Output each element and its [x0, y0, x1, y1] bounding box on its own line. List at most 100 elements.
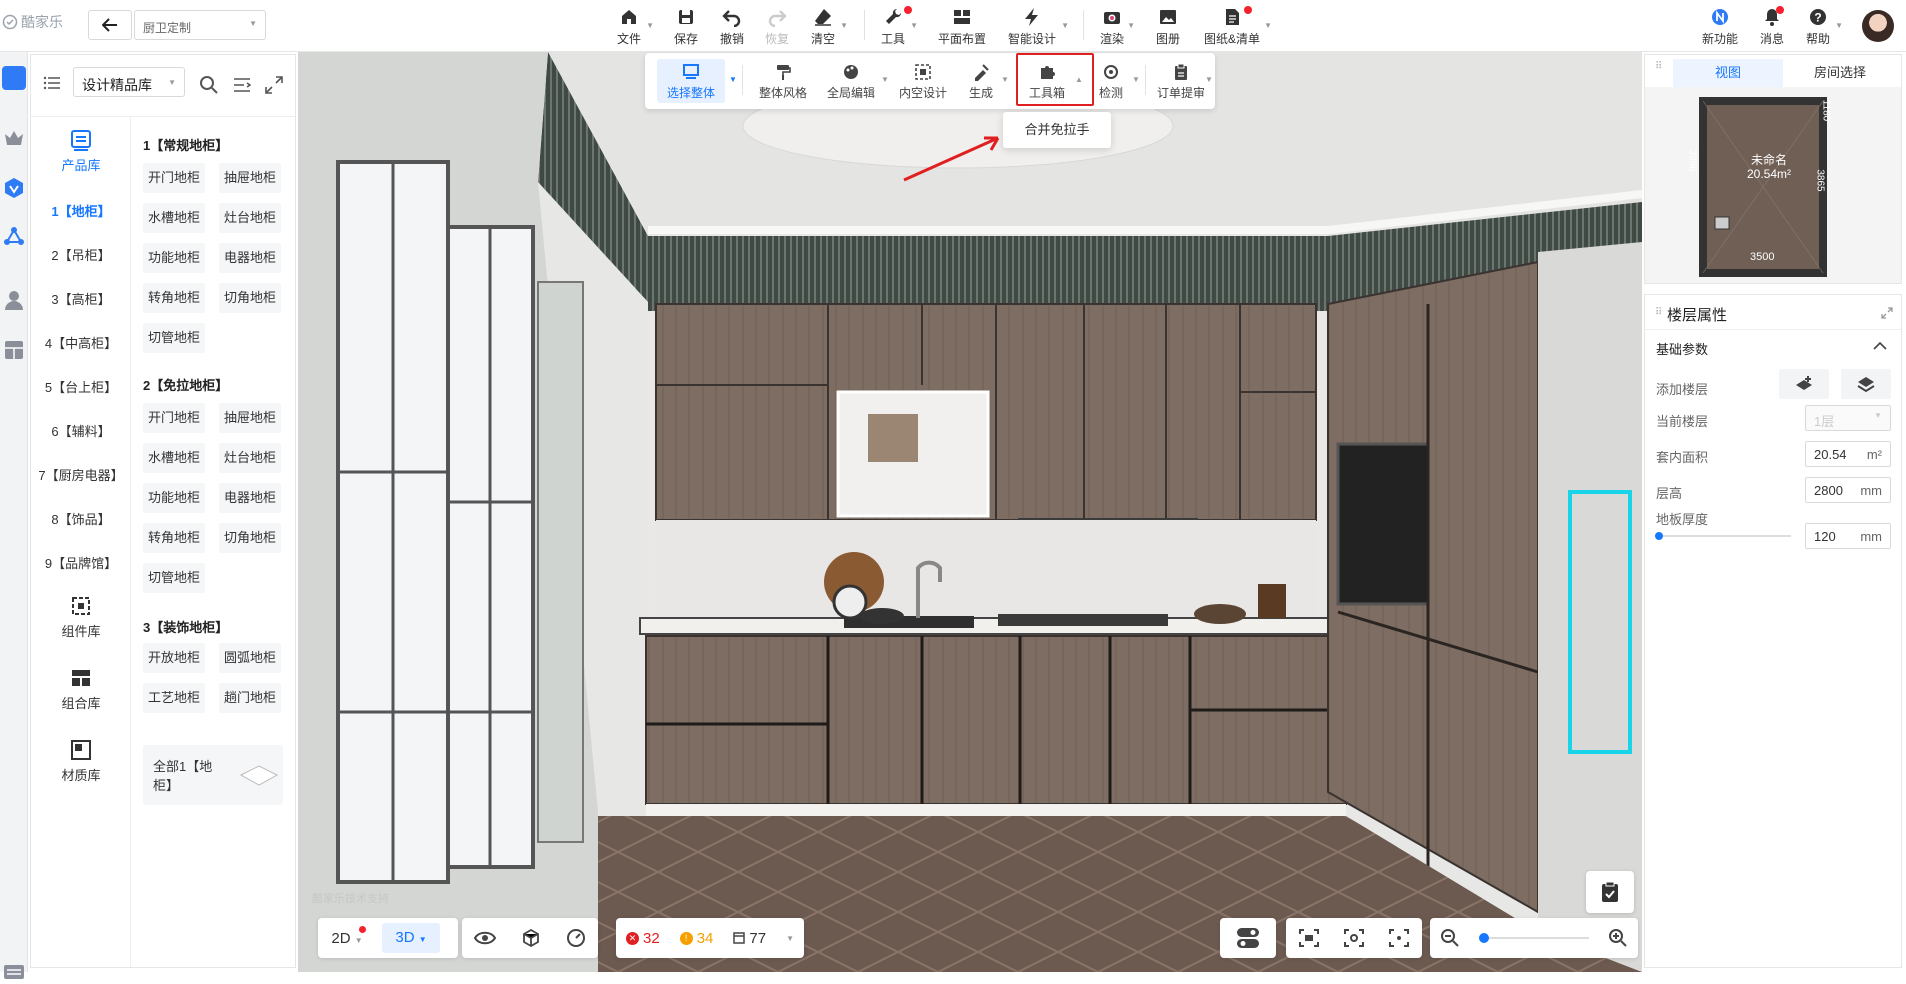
tab-component-library[interactable]: 组件库 — [31, 595, 131, 640]
expand-icon[interactable] — [1881, 307, 1893, 319]
select-whole-button[interactable]: 选择整体 — [657, 59, 725, 103]
toggle-icon[interactable] — [1236, 927, 1260, 949]
generate-button[interactable]: 生成 — [961, 59, 1001, 103]
tab-combo-library[interactable]: 组合库 — [31, 667, 131, 712]
chevron-down-icon[interactable]: ▼ — [1132, 75, 1140, 84]
product-chip[interactable]: 灶台地柜 — [219, 203, 281, 233]
current-floor-select[interactable]: 1层 ▼ — [1805, 405, 1891, 431]
album-button[interactable]: 图册 — [1155, 4, 1181, 48]
drawings-button[interactable]: 图纸&清单 ▼ — [1202, 4, 1272, 48]
file-button[interactable]: 文件 ▼ — [614, 4, 654, 48]
product-chip[interactable]: 转角地柜 — [143, 523, 205, 553]
chevron-down-icon[interactable]: ▼ — [729, 75, 737, 84]
clear-button[interactable]: 清空 ▼ — [808, 4, 848, 48]
floor-thickness-slider[interactable] — [1655, 532, 1791, 540]
product-chip[interactable]: 功能地柜 — [143, 483, 205, 513]
category-item[interactable]: 6【辅料】 — [31, 421, 131, 440]
category-item[interactable]: 2【吊柜】 — [31, 245, 131, 264]
category-item[interactable]: 4【中高柜】 — [31, 333, 131, 352]
all-products-card[interactable]: 全部1【地柜】 — [143, 745, 283, 805]
mode-2d-button[interactable]: 2D ▼ — [318, 925, 376, 947]
save-button[interactable]: 保存 — [671, 4, 701, 48]
product-chip[interactable]: 水槽地柜 — [143, 203, 205, 233]
library-selector[interactable]: 设计精品库 ▼ — [73, 67, 185, 97]
messages-button[interactable]: 消息 — [1757, 4, 1787, 48]
frame-select-icon[interactable] — [1298, 928, 1320, 948]
user-icon[interactable] — [2, 288, 26, 312]
tab-product-library[interactable]: 产品库 — [31, 129, 131, 174]
product-chip[interactable]: 开门地柜 — [143, 163, 205, 193]
product-chip[interactable]: 切角地柜 — [219, 283, 281, 313]
category-item[interactable]: 7【厨房电器】 — [31, 465, 131, 484]
fit-view-icon[interactable] — [1388, 928, 1410, 948]
product-chip[interactable]: 工艺地柜 — [143, 683, 205, 713]
category-item[interactable]: 9【品牌馆】 — [31, 553, 131, 572]
layout-button[interactable]: 平面布置 — [936, 4, 988, 48]
floor-thickness-input[interactable]: 120 mm — [1805, 523, 1891, 549]
3d-viewport[interactable]: 酷家乐技术支持 — [298, 52, 1642, 972]
interior-design-button[interactable]: 内空设计 — [893, 59, 953, 103]
category-item[interactable]: 8【饰品】 — [31, 509, 131, 528]
product-chip[interactable]: 功能地柜 — [143, 243, 205, 273]
product-chip[interactable]: 圆弧地柜 — [219, 643, 281, 673]
eye-icon[interactable] — [474, 930, 497, 946]
smart-design-button[interactable]: 智能设计 ▼ — [1005, 4, 1069, 48]
issues-group[interactable]: ✕ 32 ! 34 77 ▼ — [616, 918, 804, 958]
category-item[interactable]: 1【地柜】 — [31, 201, 131, 220]
product-rail-icon[interactable] — [2, 66, 26, 90]
overall-style-button[interactable]: 整体风格 — [753, 59, 813, 103]
product-chip[interactable]: 电器地柜 — [219, 483, 281, 513]
render-button[interactable]: 渲染 ▼ — [1099, 4, 1135, 48]
mode-3d-button[interactable]: 3D ▼ — [382, 923, 440, 953]
help-button[interactable]: ? 帮助 ▼ — [1803, 4, 1843, 48]
chevron-down-icon[interactable]: ▼ — [1205, 75, 1213, 84]
tab-room-select[interactable]: 房间选择 — [1785, 59, 1895, 87]
add-floor-below-button[interactable] — [1841, 369, 1891, 399]
product-chip[interactable]: 趟门地柜 — [219, 683, 281, 713]
product-chip[interactable]: 电器地柜 — [219, 243, 281, 273]
zoom-slider-handle[interactable] — [1478, 933, 1489, 943]
add-floor-above-button[interactable] — [1779, 369, 1829, 399]
back-button[interactable] — [88, 10, 132, 40]
user-avatar[interactable] — [1862, 10, 1894, 42]
product-chip[interactable]: 开门地柜 — [143, 403, 205, 433]
tab-view[interactable]: 视图 — [1673, 59, 1783, 87]
product-chip[interactable]: 开放地柜 — [143, 643, 205, 673]
expand-icon[interactable] — [265, 76, 283, 94]
category-item[interactable]: 5【台上柜】 — [31, 377, 131, 396]
network-icon[interactable] — [2, 224, 26, 248]
global-edit-button[interactable]: 全局编辑 — [821, 59, 881, 103]
cabinet-icon[interactable] — [2, 338, 26, 362]
project-select[interactable]: 厨卫定制 ▼ — [134, 10, 266, 40]
category-item[interactable]: 3【高柜】 — [31, 289, 131, 308]
sort-icon[interactable] — [233, 76, 251, 94]
search-icon[interactable] — [199, 75, 219, 95]
check-button[interactable]: 检测 — [1091, 59, 1131, 103]
order-review-button[interactable]: 订单提审 — [1153, 59, 1209, 103]
tab-material-library[interactable]: 材质库 — [31, 739, 131, 784]
product-chip[interactable]: 切角地柜 — [219, 523, 281, 553]
product-chip[interactable]: 切管地柜 — [143, 323, 205, 353]
slider-handle[interactable] — [1655, 532, 1663, 540]
new-feature-button[interactable]: 新功能 — [1700, 4, 1740, 48]
undo-button[interactable]: 撤销 — [717, 4, 747, 48]
zoom-slider[interactable] — [1478, 933, 1589, 943]
area-input[interactable]: 20.54 m² — [1805, 441, 1891, 467]
zoom-out-icon[interactable] — [1440, 928, 1460, 948]
keyboard-icon[interactable] — [2, 960, 26, 984]
vip-icon[interactable] — [2, 176, 26, 200]
crown-icon[interactable] — [2, 126, 26, 150]
merge-handleless-menu-item[interactable]: 合并免拉手 — [1003, 112, 1111, 148]
chevron-up-icon[interactable] — [1873, 341, 1887, 351]
chevron-down-icon[interactable]: ▼ — [1001, 75, 1009, 84]
product-chip[interactable]: 水槽地柜 — [143, 443, 205, 473]
cube-icon[interactable] — [521, 928, 541, 948]
list-icon[interactable] — [43, 75, 61, 91]
app-logo[interactable]: 酷家乐 — [2, 12, 63, 32]
product-chip[interactable]: 切管地柜 — [143, 563, 205, 593]
gauge-icon[interactable] — [566, 928, 586, 948]
clipboard-button[interactable] — [1586, 871, 1634, 913]
drag-handle-icon[interactable]: ⠿ — [1655, 307, 1662, 318]
product-chip[interactable]: 灶台地柜 — [219, 443, 281, 473]
chevron-down-icon[interactable]: ▼ — [881, 75, 889, 84]
